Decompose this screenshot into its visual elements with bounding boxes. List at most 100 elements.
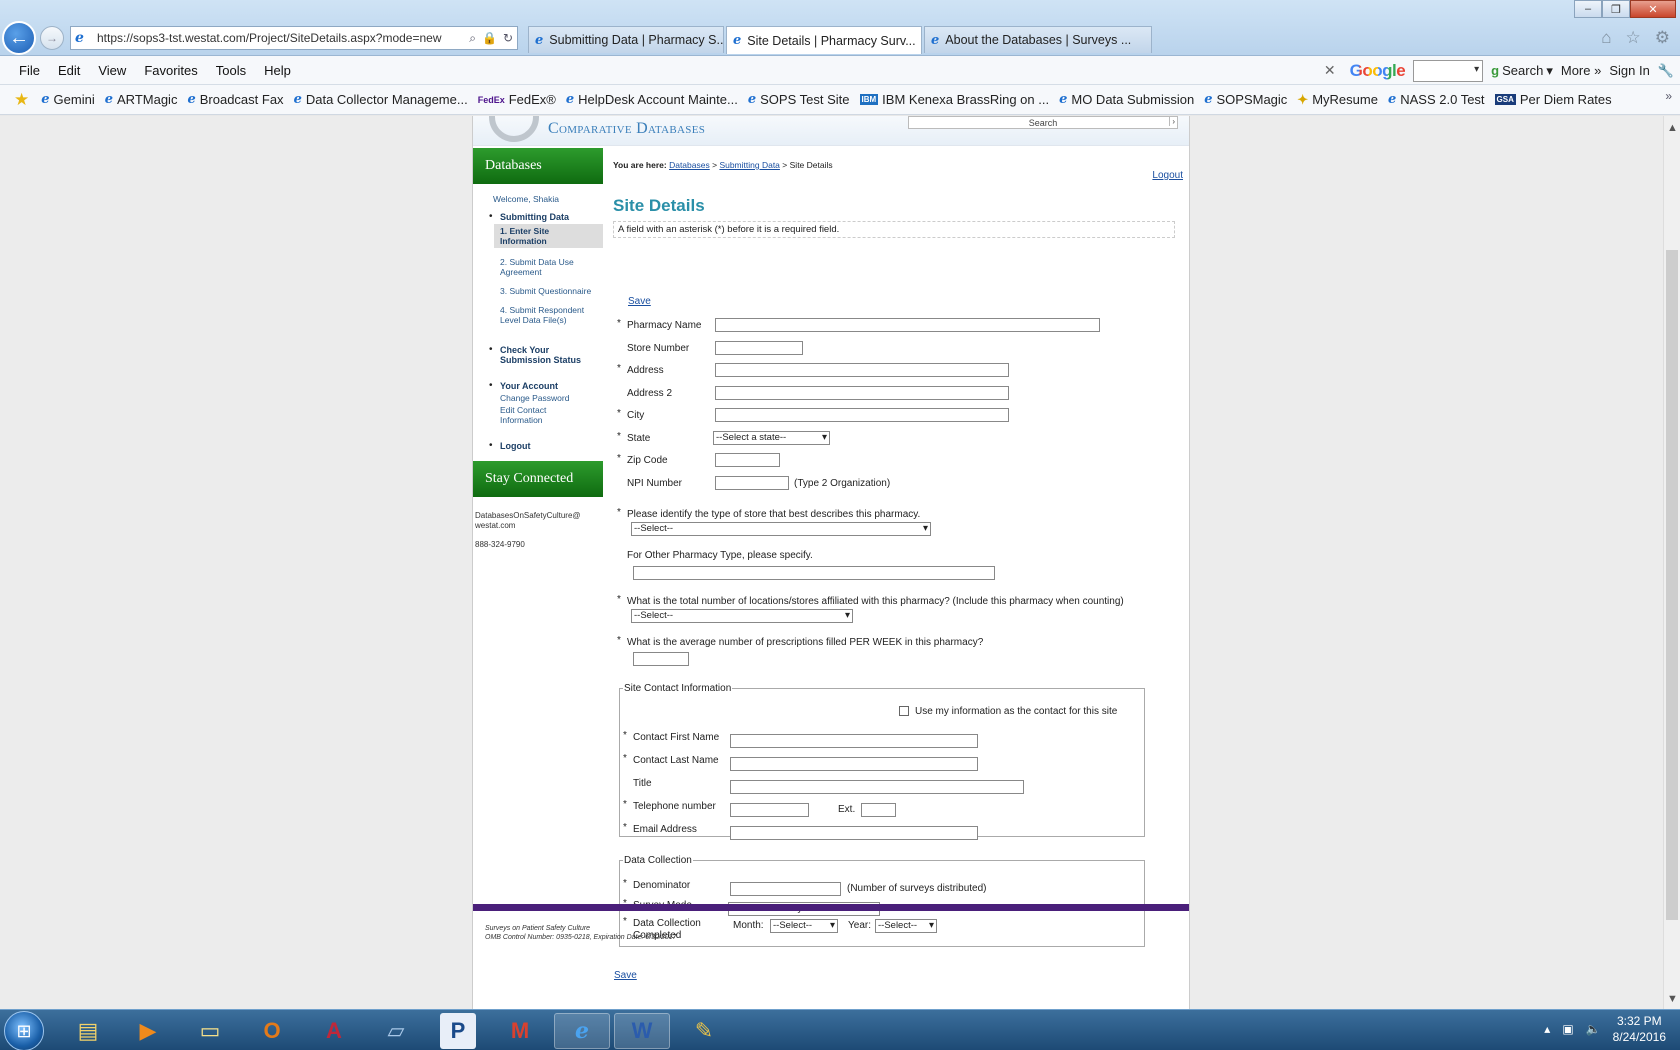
ext-input[interactable] [861,803,896,817]
favorites-star-icon[interactable]: ☆ [1626,28,1641,48]
favorites-star-icon[interactable]: ★ [14,90,29,110]
volume-icon[interactable]: 🔈 [1586,1022,1601,1036]
sticky-notes-icon[interactable]: ▭ [182,1013,238,1049]
city-input[interactable] [715,408,1009,422]
favorites-overflow-icon[interactable]: » [1665,89,1672,103]
pharmacy-name-input[interactable] [715,318,1100,332]
menu-help[interactable]: Help [255,63,300,78]
fav-artmagic[interactable]: e ARTMagic [105,92,178,107]
menu-favorites[interactable]: Favorites [135,63,206,78]
use-my-info-checkbox[interactable] [899,706,909,716]
fav-per-diem[interactable]: GSA Per Diem Rates [1494,92,1612,107]
publisher-icon[interactable]: P [440,1013,476,1049]
notepad-icon[interactable]: ▱ [368,1013,424,1049]
contact-email-input[interactable] [730,826,978,840]
fav-broadcast-fax[interactable]: e Broadcast Fax [187,92,283,107]
fav-nass[interactable]: e NASS 2.0 Test [1388,92,1485,107]
npi-input[interactable] [715,476,789,490]
restore-button[interactable]: ❐ [1602,0,1630,18]
access-icon[interactable]: A [306,1013,362,1049]
fav-data-collector[interactable]: e Data Collector Manageme... [294,92,468,107]
site-search-input[interactable]: Search › [908,116,1178,129]
nav-logout-link[interactable]: Logout [500,441,603,451]
nav-step-respondent-files[interactable]: 4. Submit Respondent Level Data File(s) [500,305,603,325]
nav-step-site-info[interactable]: 1. Enter Site Information [494,224,603,248]
prescriptions-input[interactable] [633,652,689,666]
wrench-icon[interactable]: 🔧 [1658,63,1674,79]
sign-in-button[interactable]: Sign In [1609,63,1649,78]
search-icon[interactable]: ⌕ [469,31,476,46]
tray-expand-icon[interactable]: ▴ [1544,1022,1550,1036]
fav-helpdesk[interactable]: e HelpDesk Account Mainte... [566,92,738,107]
fav-fedex[interactable]: FedEx FedEx® [478,92,556,107]
store-type-select[interactable]: --Select-- [631,522,931,536]
fav-mo-data[interactable]: e MO Data Submission [1059,92,1194,107]
nav-edit-contact[interactable]: Edit Contact Information [500,405,560,425]
fav-sopsmagic[interactable]: e SOPSMagic [1204,92,1287,107]
url-text[interactable]: https://sops3-tst.westat.com/Project/Sit… [97,31,469,45]
media-player-icon[interactable]: ▶ [120,1013,176,1049]
clock[interactable]: 3:32 PM 8/24/2016 [1613,1013,1666,1045]
fav-myresume[interactable]: ✦ MyResume [1297,92,1378,108]
fav-sops-test[interactable]: e SOPS Test Site [748,92,850,107]
contact-first-name-input[interactable] [730,734,978,748]
forward-button[interactable]: → [40,26,64,50]
google-search-input[interactable] [1413,59,1484,82]
contact-phone-input[interactable] [730,803,809,817]
tab-about-databases[interactable]: e About the Databases | Surveys ... [924,26,1152,53]
paint-icon[interactable]: ✎ [676,1013,732,1049]
google-search-button[interactable]: g Search ▾ [1491,63,1553,79]
network-icon[interactable]: ▣ [1562,1022,1573,1036]
back-button[interactable]: ← [2,21,36,55]
scroll-down-icon[interactable]: ▼ [1667,993,1678,1005]
contact-email-link[interactable]: DatabasesOnSafetyCulture@westat.com [475,511,585,531]
tab-submitting-data[interactable]: e Submitting Data | Pharmacy S... [528,26,724,53]
breadcrumb-submitting-data[interactable]: Submitting Data [719,160,779,170]
breadcrumb-databases[interactable]: Databases [669,160,710,170]
nav-check-status-link[interactable]: Check Your Submission Status [500,345,590,365]
word-icon[interactable]: W [614,1013,670,1049]
nav-step-data-use[interactable]: 2. Submit Data Use Agreement [500,257,603,277]
search-go-icon[interactable]: › [1169,117,1175,126]
gmail-icon[interactable]: M [492,1013,548,1049]
address-input[interactable] [715,363,1009,377]
page-scrollbar[interactable]: ▲ ▼ [1663,116,1680,1009]
toolbar-close-icon[interactable]: ✕ [1324,62,1336,79]
minimize-button[interactable]: – [1574,0,1602,18]
address2-input[interactable] [715,386,1009,400]
lock-icon[interactable]: 🔒 [482,31,497,46]
file-explorer-icon[interactable]: ▤ [60,1013,116,1049]
fav-gemini[interactable]: e Gemini [41,92,94,107]
store-number-input[interactable] [715,341,803,355]
menu-file[interactable]: File [0,63,49,78]
save-link-bottom[interactable]: Save [614,970,637,981]
month-select[interactable]: --Select-- [770,919,838,933]
other-type-input[interactable] [633,566,995,580]
state-select[interactable]: --Select a state-- [713,431,830,445]
nav-change-password[interactable]: Change Password [500,393,603,403]
outlook-icon[interactable]: O [244,1013,300,1049]
scroll-up-icon[interactable]: ▲ [1667,122,1678,134]
logout-link[interactable]: Logout [1152,170,1183,181]
save-link-top[interactable]: Save [628,296,651,307]
locations-select[interactable]: --Select-- [631,609,853,623]
home-icon[interactable]: ⌂ [1601,28,1611,48]
settings-gear-icon[interactable]: ⚙ [1655,28,1670,48]
menu-edit[interactable]: Edit [49,63,89,78]
menu-tools[interactable]: Tools [207,63,255,78]
nav-step-questionnaire[interactable]: 3. Submit Questionnaire [500,286,603,296]
more-button[interactable]: More » [1561,63,1601,78]
contact-title-input[interactable] [730,780,1024,794]
nav-submitting-data-title[interactable]: Submitting Data [500,212,603,222]
scroll-thumb[interactable] [1666,250,1678,920]
start-button[interactable]: ⊞ [4,1011,44,1050]
denominator-input[interactable] [730,882,841,896]
year-select[interactable]: --Select-- [875,919,937,933]
tab-site-details[interactable]: e Site Details | Pharmacy Surv... × [726,26,922,54]
menu-view[interactable]: View [89,63,135,78]
nav-account-title[interactable]: Your Account [500,381,603,391]
refresh-icon[interactable]: ↻ [503,31,513,46]
address-bar[interactable]: e https://sops3-tst.westat.com/Project/S… [70,26,518,50]
internet-explorer-icon[interactable]: e [554,1013,610,1049]
contact-last-name-input[interactable] [730,757,978,771]
